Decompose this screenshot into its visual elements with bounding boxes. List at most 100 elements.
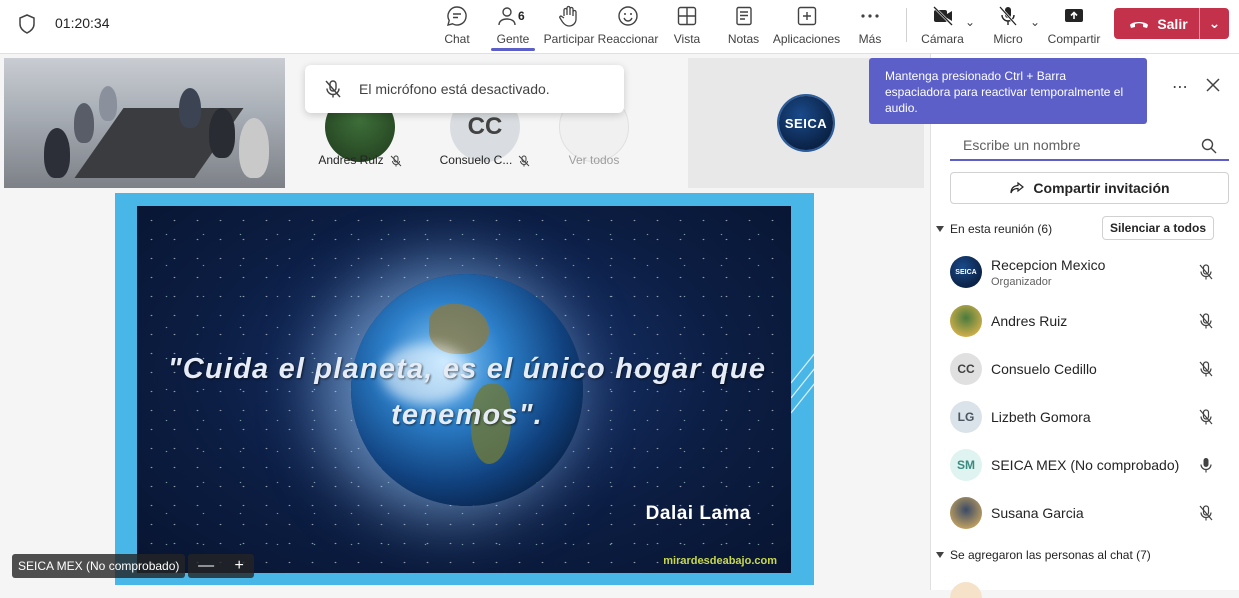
search-placeholder: Escribe un nombre (963, 137, 1081, 153)
share-invite-button[interactable]: Compartir invitación (950, 172, 1229, 204)
room-video-feed (4, 58, 285, 188)
presenter-name-label: SEICA MEX (No comprobado) (12, 554, 186, 578)
camera-label: Cámara (921, 32, 964, 46)
video-person (239, 118, 269, 178)
mic-label: Micro (993, 32, 1023, 46)
apps-label: Aplicaciones (772, 32, 841, 46)
video-person (44, 128, 70, 178)
chat-section-header: Se agregaron las personas al chat (7) (950, 548, 1151, 562)
zoom-controls: — + (188, 554, 254, 578)
avatar: SEICA (950, 256, 982, 288)
slide-quote: "Cuida el planeta, es el único hogar que… (167, 353, 767, 431)
camera-options-chevron-icon[interactable]: ⌄ (965, 15, 975, 29)
chat-section-toggle[interactable]: Se agregaron las personas al chat (7) (936, 548, 1151, 562)
chat-label: Chat (444, 32, 470, 46)
participant-row[interactable]: SEICA Recepcion Mexico Organizador (930, 248, 1239, 296)
participant-row[interactable]: SM SEICA MEX (No comprobado) (930, 441, 1239, 489)
avatar (950, 305, 982, 337)
zoom-in-button[interactable]: + (234, 557, 243, 575)
share-icon (1010, 181, 1025, 194)
mic-options-chevron-icon[interactable]: ⌄ (1030, 15, 1040, 29)
toolbar-divider (906, 8, 907, 42)
mic-muted-toast: El micrófono está desactivado. (305, 65, 624, 113)
mute-all-button[interactable]: Silenciar a todos (1102, 216, 1214, 240)
add-app-icon (797, 6, 816, 26)
participant-name: Andres Ruiz (305, 153, 415, 167)
participant-row[interactable]: LG Lizbeth Gomora (930, 393, 1239, 441)
people-icon (498, 7, 516, 26)
collapse-caret-icon (936, 552, 944, 558)
hang-up-icon (1130, 21, 1149, 28)
mic-off-icon (1199, 264, 1213, 280)
chat-button[interactable]: Chat (443, 4, 471, 50)
share-screen-icon (1065, 9, 1083, 22)
slide-decoration-lines (791, 353, 814, 414)
people-count-badge: 6 (518, 9, 525, 23)
raise-hand-label: Participar (543, 32, 595, 46)
react-label: Reaccionar (597, 32, 659, 46)
share-invite-label: Compartir invitación (1033, 180, 1170, 196)
people-button[interactable]: 6 Gente (491, 4, 535, 51)
collapse-caret-icon (936, 226, 944, 232)
notes-label: Notas (727, 32, 760, 46)
toast-text: El micrófono está desactivado. (359, 81, 550, 97)
notes-icon (735, 6, 752, 26)
participant-name: Lizbeth Gomora (991, 409, 1091, 425)
apps-button[interactable]: Aplicaciones (772, 4, 841, 50)
avatar (950, 497, 982, 529)
mic-button[interactable]: Micro (993, 4, 1023, 50)
mic-off-icon (999, 6, 1017, 26)
chat-icon (447, 6, 467, 26)
view-label: Vista (673, 32, 701, 46)
video-person (209, 108, 235, 158)
zoom-out-button[interactable]: — (198, 557, 214, 575)
notes-button[interactable]: Notas (727, 4, 760, 50)
search-people-input[interactable]: Escribe un nombre (950, 131, 1229, 161)
in-meeting-section-toggle[interactable]: En esta reunión (6) (936, 222, 1052, 236)
avatar: SM (950, 449, 982, 481)
unmute-shortcut-tooltip: Mantenga presionado Ctrl + Barra espacia… (869, 58, 1147, 124)
participant-row[interactable]: CC Consuelo Cedillo (930, 345, 1239, 393)
mic-off-icon (390, 155, 402, 167)
leave-options-chevron-icon[interactable]: ⌄ (1199, 8, 1229, 39)
leave-label: Salir (1157, 15, 1188, 32)
grid-view-icon (677, 6, 697, 26)
participant-row[interactable]: Andres Ruiz (930, 297, 1239, 345)
participant-role: Organizador (991, 276, 1052, 288)
video-person (74, 103, 94, 143)
in-meeting-header: En esta reunión (6) (950, 222, 1053, 236)
search-icon (1201, 138, 1217, 154)
more-label: Más (858, 32, 882, 46)
view-all-label: Ver todos (568, 153, 620, 167)
shield-icon[interactable] (18, 14, 36, 34)
participant-row[interactable]: Susana Garcia (930, 489, 1239, 537)
participant-name: SEICA MEX (No comprobado) (991, 457, 1180, 473)
participant-name: Andres Ruiz (991, 313, 1068, 329)
share-label: Compartir (1047, 32, 1101, 46)
meeting-timer: 01:20:34 (55, 15, 110, 31)
raise-hand-button[interactable]: Participar (543, 4, 595, 50)
smiley-icon (618, 6, 638, 26)
video-person (179, 88, 201, 128)
close-icon[interactable] (1204, 76, 1222, 94)
leave-button[interactable]: Salir ⌄ (1114, 8, 1229, 39)
mic-on-icon (1200, 458, 1212, 473)
share-button[interactable]: Compartir (1047, 4, 1101, 50)
mic-off-icon (518, 155, 530, 167)
participant-name: Consuelo C... (430, 153, 540, 167)
presentation-slide: "Cuida el planeta, es el único hogar que… (137, 206, 791, 573)
avatar: LG (950, 401, 982, 433)
seica-logo: SEICA (779, 96, 833, 150)
mic-off-icon (325, 80, 341, 98)
panel-more-options-icon[interactable]: ⋯ (1172, 77, 1188, 97)
view-button[interactable]: Vista (673, 4, 701, 50)
react-button[interactable]: Reaccionar (598, 4, 658, 50)
more-button[interactable]: Más (858, 4, 882, 50)
camera-button[interactable]: Cámara (921, 4, 964, 50)
shared-content: "Cuida el planeta, es el único hogar que… (115, 193, 814, 585)
hand-icon (559, 5, 577, 27)
mic-off-icon (1199, 505, 1213, 521)
avatar: CC (950, 353, 982, 385)
meeting-toolbar: 01:20:34 Chat 6 Gente Participar Reaccio… (0, 0, 1239, 54)
ellipsis-icon (861, 14, 879, 18)
